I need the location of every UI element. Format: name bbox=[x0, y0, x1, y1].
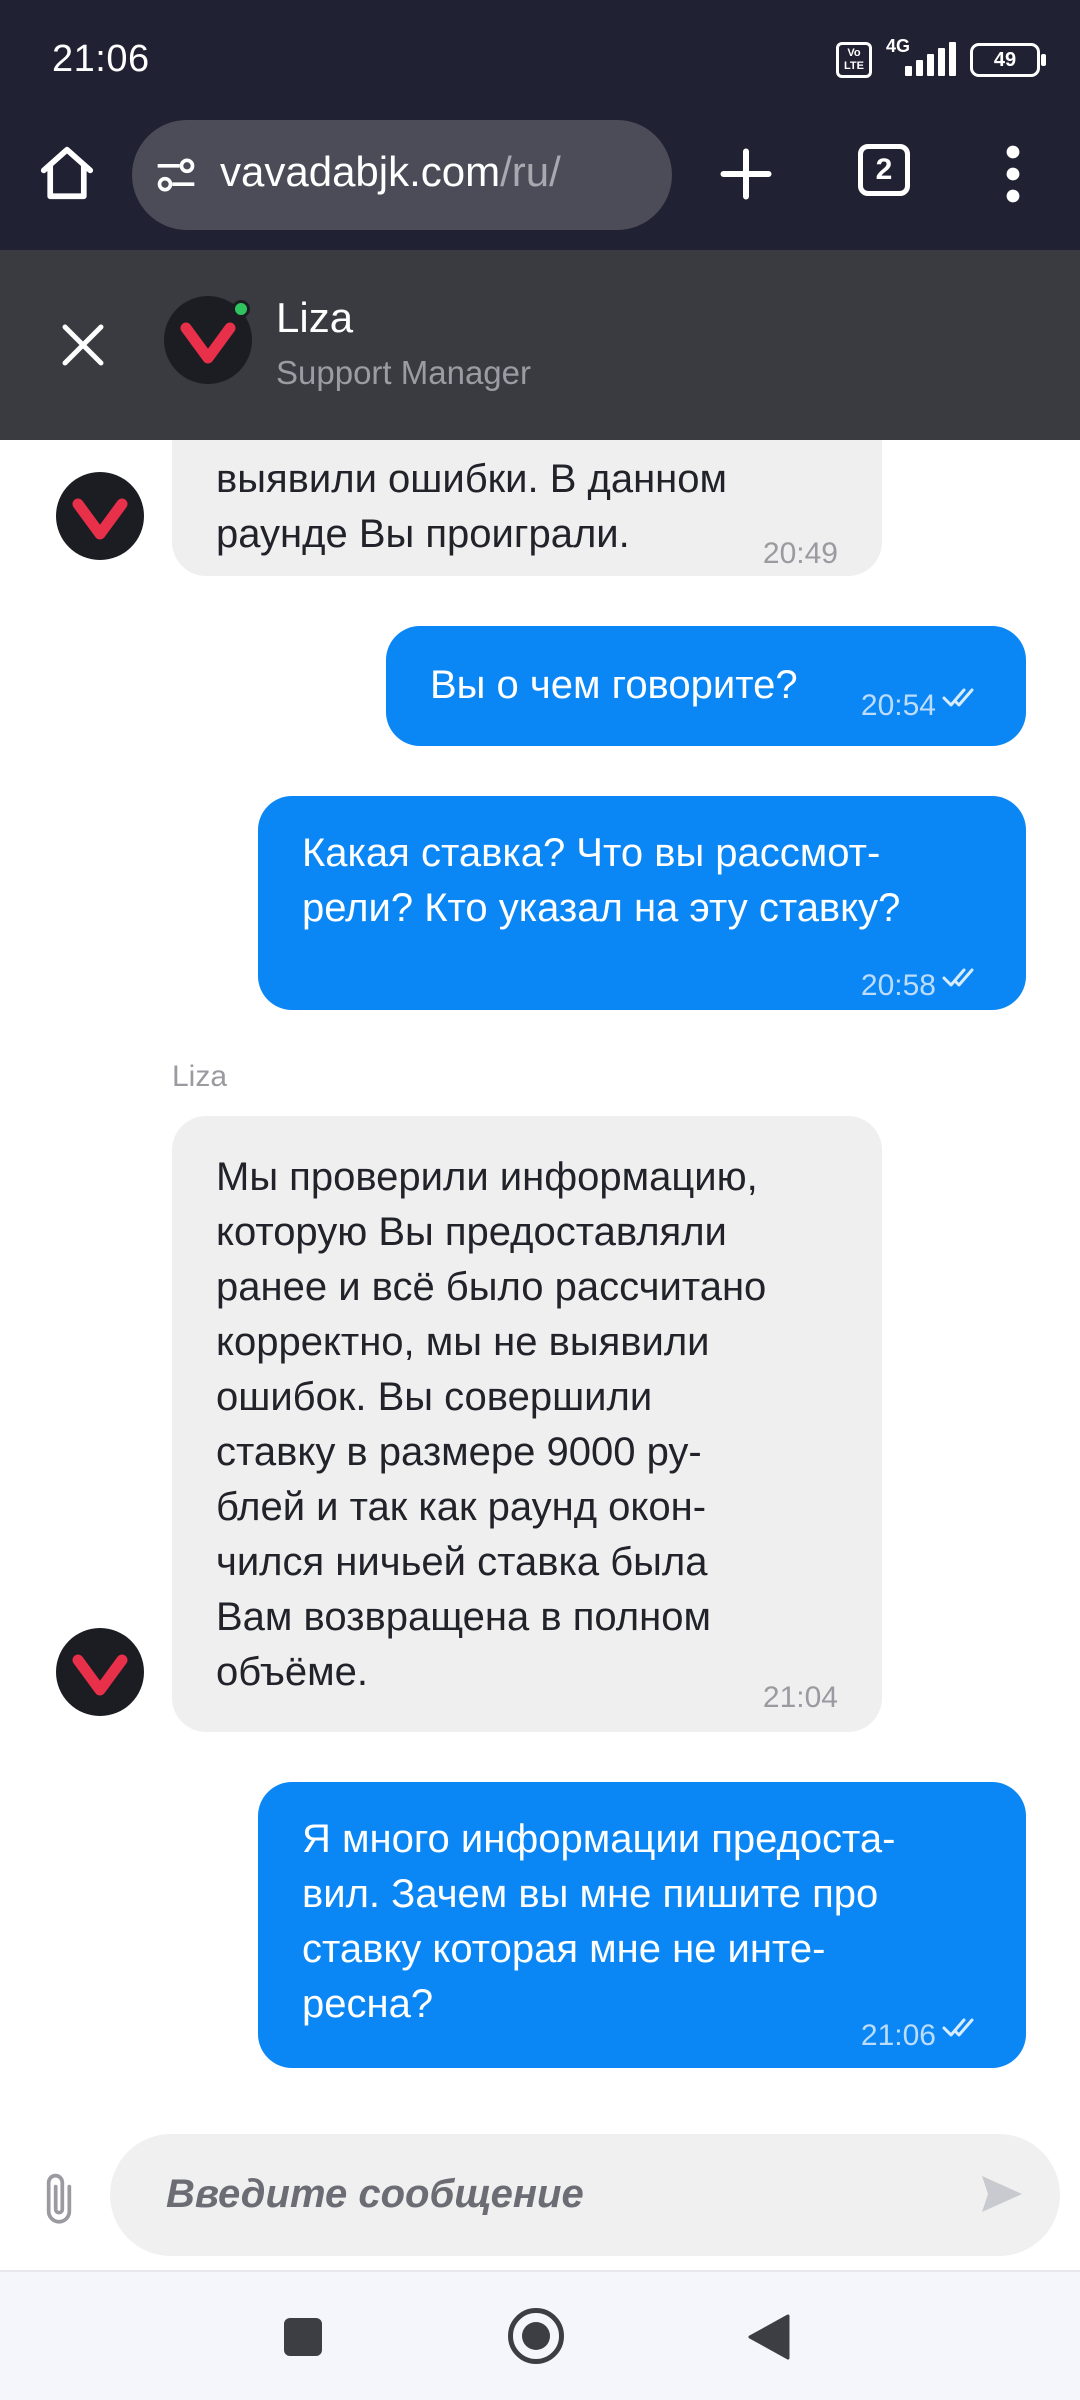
url-text: vavadabjk.com/ru/ bbox=[220, 148, 561, 196]
read-check-icon bbox=[942, 688, 974, 707]
composer: Введите сообщение bbox=[0, 2130, 1080, 2270]
message-input[interactable]: Введите сообщение bbox=[110, 2134, 1060, 2256]
chat-header: Liza Support Manager bbox=[0, 250, 1080, 440]
tabs-button[interactable]: 2 bbox=[858, 144, 910, 196]
message-input-placeholder: Введите сообщение bbox=[166, 2172, 584, 2216]
recents-icon[interactable] bbox=[284, 2318, 322, 2356]
message-time: 20:49 bbox=[762, 537, 838, 570]
message-time: 21:06 bbox=[860, 2019, 936, 2052]
message-bubble-outgoing: Вы о чем говорите? 20:54 bbox=[386, 626, 1026, 746]
read-check-icon bbox=[942, 968, 974, 987]
status-bar: 21:06 Vo LTE 4G 49 bbox=[0, 0, 1080, 120]
message-time: 20:54 bbox=[860, 689, 936, 722]
status-icons: Vo LTE 4G 49 bbox=[836, 36, 1046, 80]
home-nav-icon[interactable] bbox=[508, 2308, 564, 2364]
message-bubble-outgoing: Какая ставка? Что вы рассмот- рели? Кто … bbox=[258, 796, 1026, 1010]
url-path: /ru/ bbox=[500, 148, 561, 195]
message-list[interactable]: выявили ошибки. В данном раунде Вы проиг… bbox=[0, 440, 1080, 2130]
vavada-logo-icon bbox=[72, 1654, 128, 1696]
message-bubble-incoming: Мы проверили информацию, которую Вы пред… bbox=[172, 1116, 882, 1732]
site-settings-icon[interactable] bbox=[154, 153, 198, 197]
signal-icon: 4G bbox=[886, 36, 956, 80]
message-bubble-incoming: выявили ошибки. В данном раунде Вы проиг… bbox=[172, 440, 882, 576]
back-icon[interactable] bbox=[748, 2314, 790, 2360]
message-text: Вы о чем говорите? bbox=[430, 663, 798, 707]
read-check-icon bbox=[942, 2018, 974, 2037]
message-text: выявили ошибки. В данном раунде Вы проиг… bbox=[216, 457, 728, 556]
agent-name: Liza bbox=[276, 294, 354, 341]
agent-role: Support Manager bbox=[276, 354, 531, 391]
volte-icon: Vo LTE bbox=[836, 42, 872, 78]
more-vert-icon[interactable] bbox=[998, 144, 1028, 204]
status-time: 21:06 bbox=[52, 38, 150, 80]
send-icon[interactable] bbox=[978, 2170, 1026, 2218]
message-time: 20:58 bbox=[860, 969, 936, 1002]
message-time: 21:04 bbox=[762, 1681, 838, 1714]
plus-icon[interactable] bbox=[716, 144, 776, 204]
close-icon[interactable] bbox=[56, 318, 110, 372]
sender-name: Liza bbox=[172, 1060, 228, 1093]
paperclip-icon[interactable] bbox=[36, 2168, 82, 2230]
agent-avatar-small bbox=[56, 1628, 144, 1716]
vavada-logo-icon bbox=[72, 498, 128, 540]
message-bubble-outgoing: Я много информации предоста- вил. Зачем … bbox=[258, 1782, 1026, 2068]
agent-avatar-small bbox=[56, 472, 144, 560]
url-domain: vavadabjk.com bbox=[220, 148, 501, 195]
address-bar[interactable]: vavadabjk.com/ru/ bbox=[132, 120, 672, 230]
message-text: Я много информации предоста- вил. Зачем … bbox=[302, 1817, 896, 2026]
message-text: Мы проверили информацию, которую Вы пред… bbox=[216, 1155, 767, 1694]
battery-icon: 49 bbox=[970, 43, 1046, 77]
browser-toolbar: vavadabjk.com/ru/ 2 bbox=[0, 120, 1080, 250]
system-nav-bar bbox=[0, 2270, 1080, 2400]
home-icon[interactable] bbox=[36, 142, 98, 204]
battery-level: 49 bbox=[993, 49, 1017, 71]
online-status-dot bbox=[232, 300, 250, 318]
message-text: Какая ставка? Что вы рассмот- рели? Кто … bbox=[302, 831, 901, 930]
